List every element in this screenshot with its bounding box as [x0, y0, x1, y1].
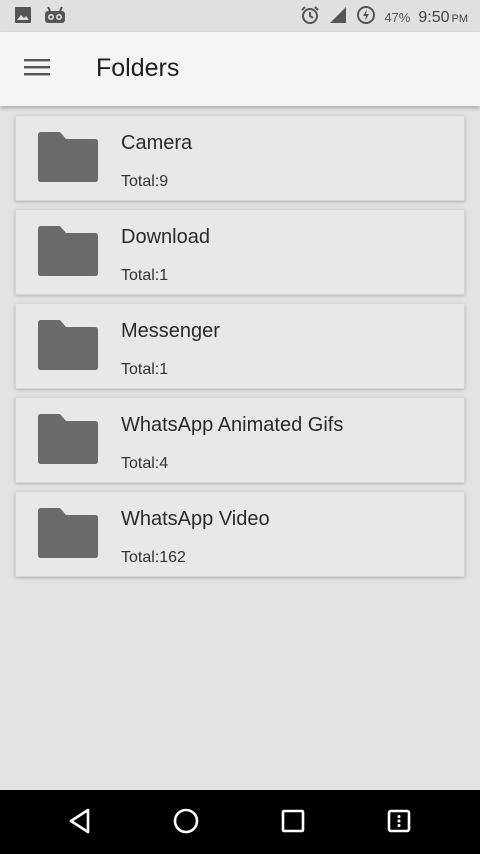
folder-name: WhatsApp Video: [121, 508, 270, 530]
folder-total: Total:4: [121, 455, 169, 472]
folder-total: Total:162: [121, 549, 186, 566]
back-button[interactable]: [63, 806, 97, 840]
signal-icon: [328, 5, 348, 30]
folder-icon: [36, 225, 100, 277]
image-icon: [14, 6, 32, 29]
recents-button[interactable]: [276, 806, 310, 840]
battery-charging-icon: [356, 5, 376, 30]
status-notifications: [14, 6, 66, 29]
folder-item-whatsapp-animated-gifs[interactable]: WhatsApp Animated Gifs Total:4: [15, 397, 465, 483]
folder-item-download[interactable]: Download Total:1: [15, 209, 465, 295]
clock: 9:50 PM: [418, 9, 468, 27]
folder-icon: [36, 131, 100, 183]
folder-name: Camera: [121, 132, 193, 154]
folder-icon: [36, 319, 100, 371]
navigation-bar: [0, 790, 480, 854]
home-button[interactable]: [169, 806, 203, 840]
folder-icon: [36, 507, 100, 559]
folder-name: WhatsApp Animated Gifs: [121, 414, 344, 436]
menu-button[interactable]: [382, 806, 416, 840]
folder-name: Download: [121, 226, 210, 248]
status-system: 47% 9:50 PM: [300, 5, 468, 30]
toolbar: Folders: [0, 32, 480, 106]
folder-list: Camera Total:9 Download Total:1 Messenge…: [15, 115, 465, 585]
folder-total: Total:9: [121, 173, 169, 190]
folder-total: Total:1: [121, 361, 169, 378]
folder-item-whatsapp-video[interactable]: WhatsApp Video Total:162: [15, 491, 465, 577]
clock-ampm: PM: [451, 12, 469, 25]
clock-time: 9:50: [418, 8, 450, 26]
folder-name: Messenger: [121, 320, 220, 342]
folder-icon: [36, 413, 100, 465]
folder-item-messenger[interactable]: Messenger Total:1: [15, 303, 465, 389]
hamburger-menu-icon: [24, 57, 50, 82]
folder-total: Total:1: [121, 267, 169, 284]
battery-percentage: 47%: [384, 10, 411, 25]
alarm-icon: [300, 5, 320, 30]
back-icon: [67, 807, 93, 840]
recents-icon: [280, 808, 306, 839]
home-icon: [172, 807, 200, 840]
hamburger-menu-button[interactable]: [18, 52, 56, 86]
page-title: Folders: [96, 54, 180, 82]
menu-icon: [386, 808, 412, 839]
app-notification-icon: [44, 6, 66, 29]
status-bar: 47% 9:50 PM: [0, 0, 480, 32]
folder-item-camera[interactable]: Camera Total:9: [15, 115, 465, 201]
